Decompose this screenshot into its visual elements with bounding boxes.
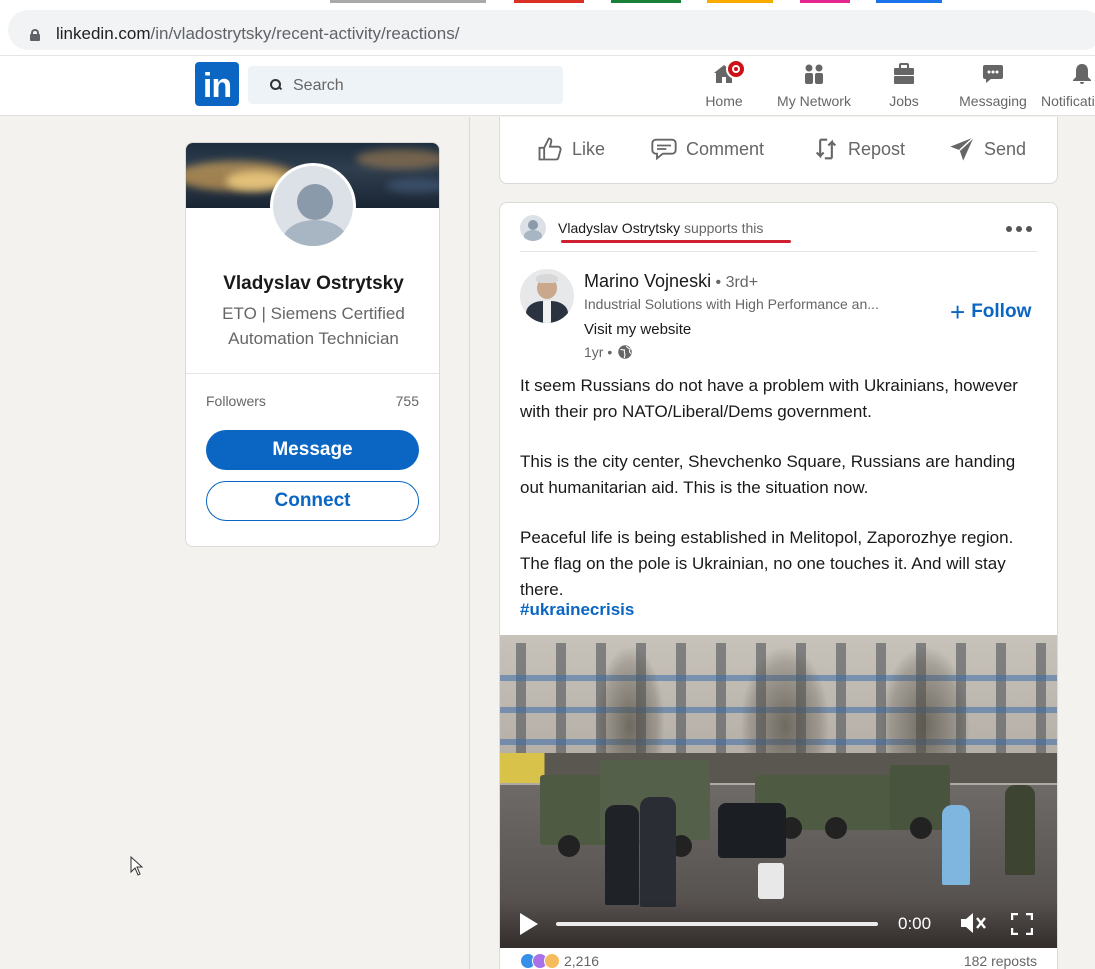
send-label: Send (984, 138, 1027, 159)
context-name[interactable]: Vladyslav Ostrytsky (558, 220, 680, 236)
post-age: 1yr • (584, 344, 613, 360)
author-name[interactable]: Marino Vojneski • 3rd+ (584, 271, 758, 292)
nav-jobs-label: Jobs (889, 93, 919, 109)
divider (186, 373, 439, 374)
nav-my-network[interactable]: My Network (770, 58, 858, 114)
fullscreen-icon[interactable] (1011, 913, 1033, 935)
nav-messaging-label: Messaging (959, 93, 1027, 109)
like-button[interactable]: Like (536, 131, 605, 167)
repost-icon (815, 138, 837, 160)
send-button[interactable]: Send (948, 131, 1026, 167)
nav-notifications[interactable]: Notifications (1040, 58, 1095, 114)
network-icon (805, 64, 823, 84)
send-icon (950, 136, 975, 161)
column-divider (469, 117, 470, 969)
insightful-reaction-icon (544, 953, 560, 969)
profile-headline: ETO | Siemens Certified Automation Techn… (222, 304, 405, 348)
mute-icon[interactable] (958, 910, 988, 936)
tab-indicator[interactable] (800, 0, 850, 3)
feed-post: Vladyslav Ostrytsky supports this Marino… (499, 202, 1058, 969)
post-paragraph: Peaceful life is being established in Me… (520, 528, 1014, 599)
context-avatar[interactable] (520, 215, 546, 241)
search-icon (270, 79, 281, 90)
nav-notifications-label: Notifications (1041, 93, 1095, 109)
followers-label: Followers (206, 393, 266, 409)
more-options-icon[interactable] (1006, 226, 1036, 234)
post-paragraph: It seem Russians do not have a problem w… (520, 376, 1018, 421)
comment-label: Comment (686, 138, 765, 159)
reaction-count: 2,216 (564, 953, 600, 969)
video-controls: 0:00 (500, 900, 1057, 948)
tab-indicator[interactable] (514, 0, 584, 3)
profile-card: Vladyslav Ostrytsky ETO | Siemens Certif… (185, 142, 440, 547)
message-button[interactable]: Message (206, 430, 419, 470)
lock-icon[interactable] (30, 29, 40, 41)
video-time: 0:00 (898, 914, 932, 933)
hashtag-link[interactable]: #ukrainecrisis (520, 600, 634, 620)
reposts-count[interactable]: 182 reposts (964, 953, 1037, 969)
chat-icon (983, 65, 1003, 83)
nav-my-network-label: My Network (777, 93, 851, 109)
profile-avatar[interactable] (270, 163, 356, 249)
tab-indicator[interactable] (611, 0, 681, 3)
url-text[interactable]: linkedin.com/in/vladostrytsky/recent-act… (56, 24, 459, 44)
comment-button[interactable]: Comment (650, 131, 764, 167)
post-text: It seem Russians do not have a problem w… (520, 373, 1040, 627)
repost-label: Repost (848, 138, 906, 159)
address-bar[interactable]: linkedin.com/in/vladostrytsky/recent-act… (8, 10, 1095, 50)
connect-button[interactable]: Connect (206, 481, 419, 521)
nav-messaging[interactable]: Messaging (955, 58, 1031, 114)
author-avatar[interactable] (520, 269, 574, 323)
tab-indicator[interactable] (330, 0, 486, 3)
like-label: Like (572, 138, 606, 159)
browser-toolbar: linkedin.com/in/vladostrytsky/recent-act… (0, 4, 1095, 56)
annotation-underline (561, 240, 791, 243)
post-context: Vladyslav Ostrytsky supports this (558, 220, 763, 236)
divider (520, 251, 1037, 252)
reactions-summary[interactable]: 2,216 (520, 953, 599, 969)
tab-indicator[interactable] (876, 0, 942, 3)
social-counts: 2,216 182 reposts (520, 953, 1037, 969)
search-input[interactable] (293, 75, 543, 97)
globe-icon (618, 345, 632, 359)
linkedin-logo[interactable]: in (195, 62, 239, 106)
mouse-cursor-icon (130, 856, 144, 876)
nav-home-label: Home (705, 93, 743, 109)
bell-icon (1073, 64, 1091, 84)
video-progress-bar[interactable] (556, 922, 878, 926)
thumbs-up-icon (538, 137, 562, 161)
repost-button[interactable]: Repost (812, 131, 905, 167)
nav-jobs[interactable]: Jobs (874, 58, 934, 114)
context-action: supports this (680, 220, 764, 236)
tab-indicator[interactable] (707, 0, 773, 3)
notification-badge (726, 59, 746, 79)
followers-count: 755 (395, 393, 419, 409)
follow-button[interactable]: + Follow (950, 297, 1031, 327)
connection-degree: • 3rd+ (711, 274, 759, 291)
plus-icon: + (950, 297, 966, 327)
author-headline: Industrial Solutions with High Performan… (584, 296, 879, 312)
profile-name[interactable]: Vladyslav Ostrytsky (186, 273, 439, 295)
post-paragraph: This is the city center, Shevchenko Squa… (520, 452, 1016, 497)
search-box[interactable] (248, 66, 563, 104)
visit-website-link[interactable]: Visit my website (584, 321, 691, 338)
briefcase-icon (894, 63, 914, 84)
play-icon[interactable] (520, 913, 538, 935)
previous-post-actions: Like Comment Repost Send (499, 117, 1058, 184)
comment-icon (651, 138, 677, 161)
video-player[interactable]: 0:00 (500, 635, 1057, 948)
post-meta: 1yr • (584, 343, 634, 361)
